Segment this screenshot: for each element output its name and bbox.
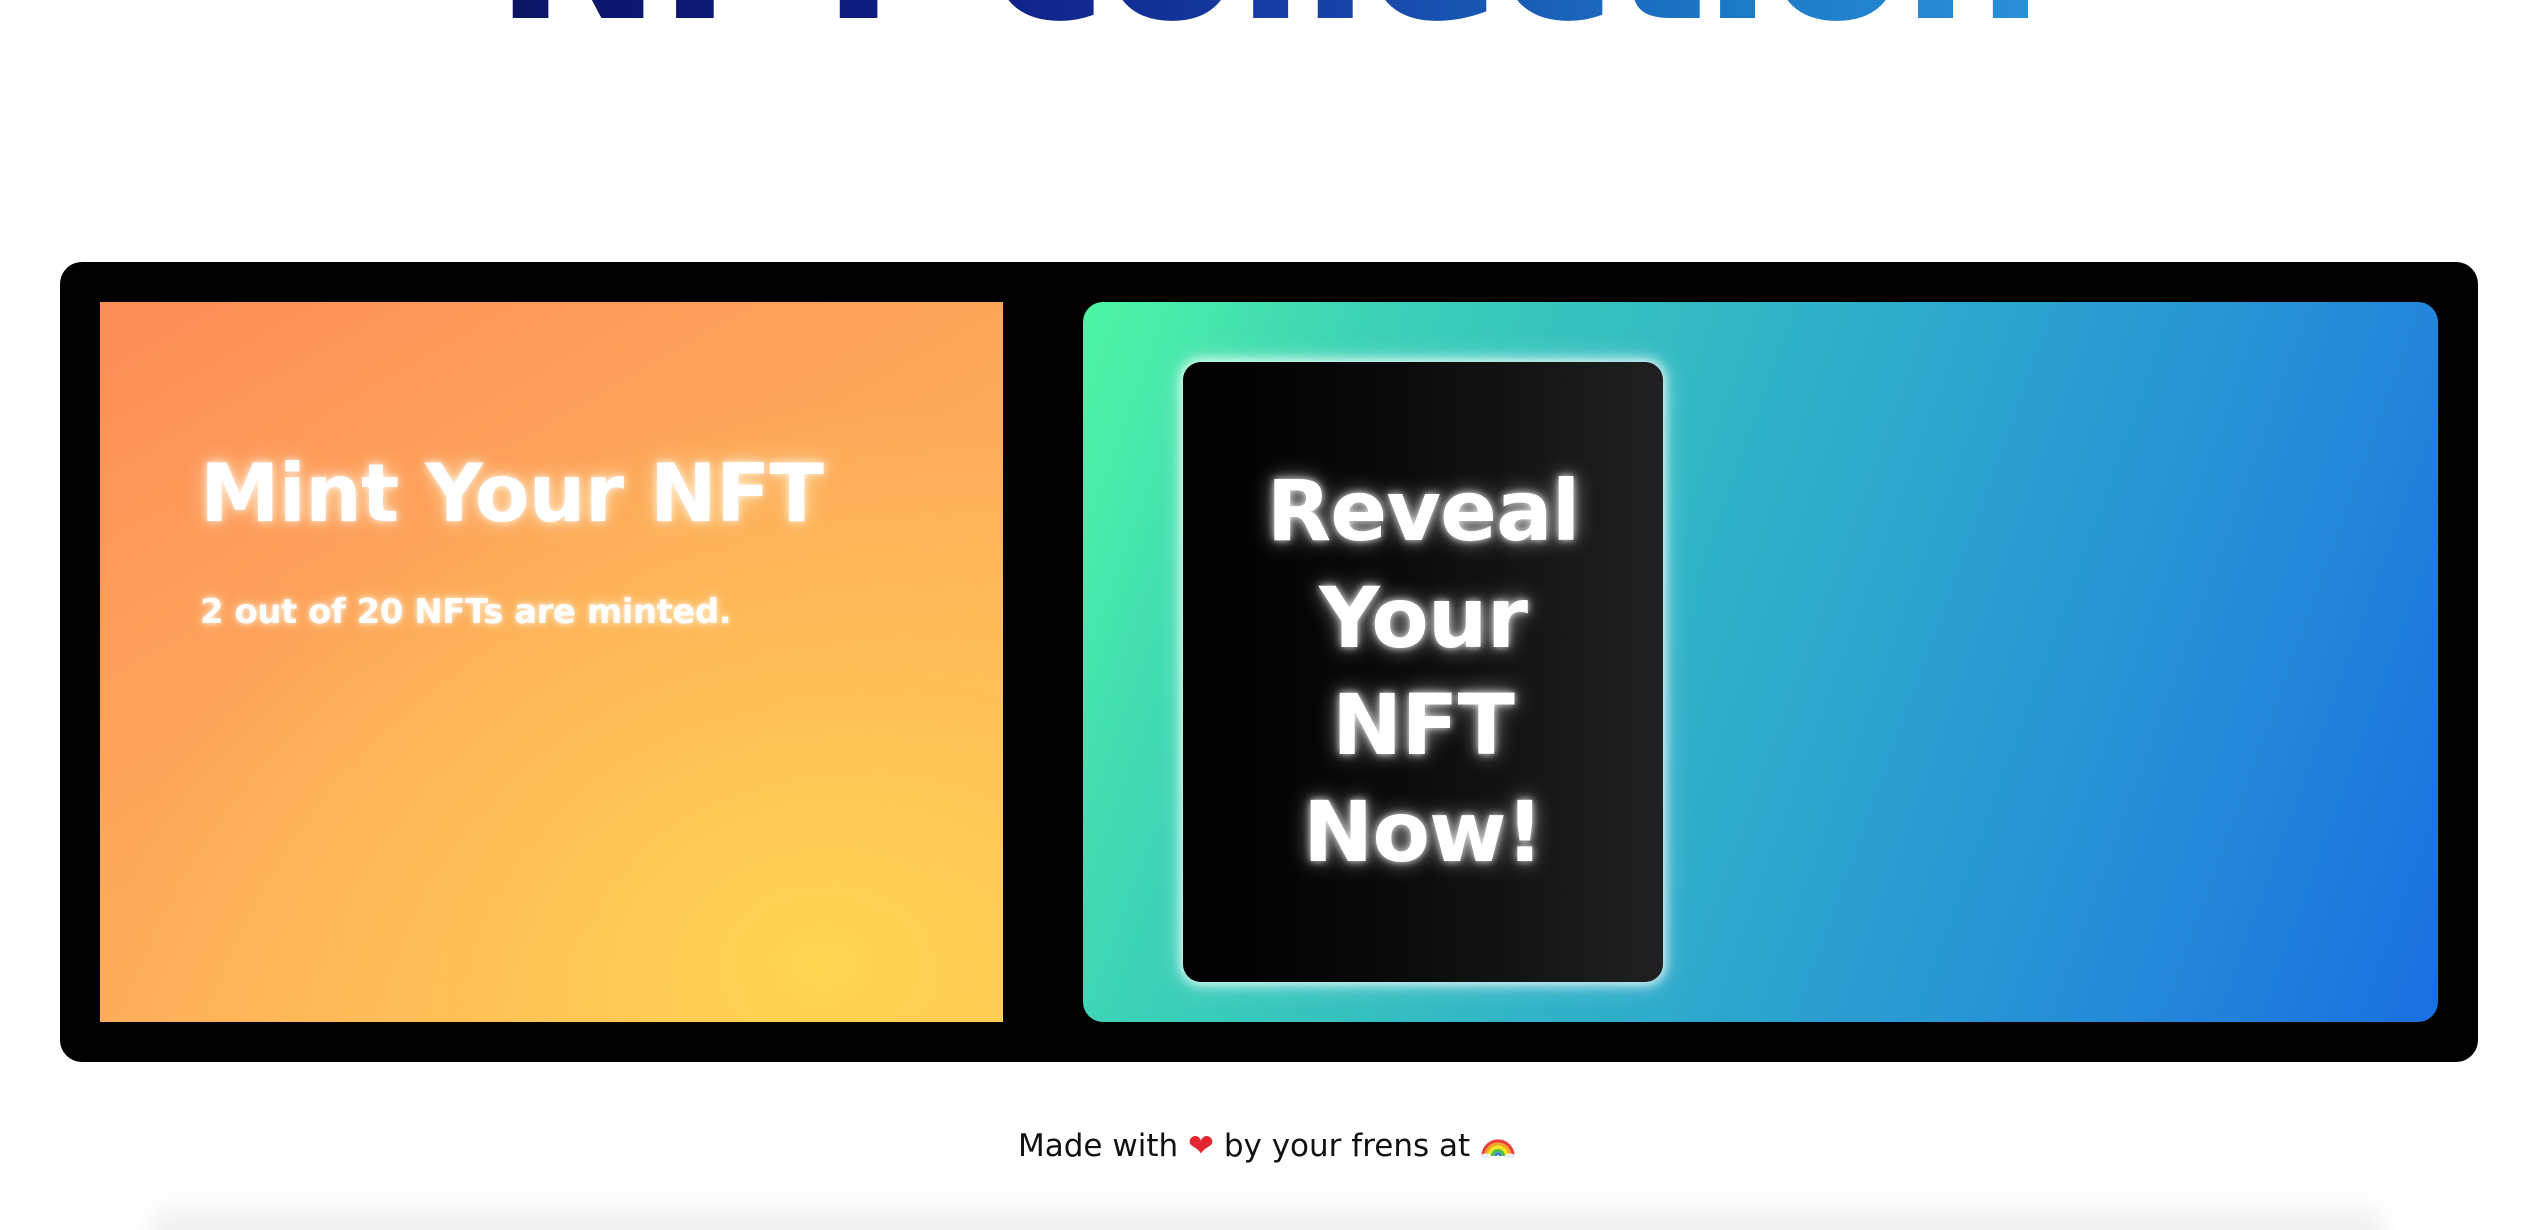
rainbow-icon: [1480, 1130, 1516, 1159]
bottom-shadow: [150, 1190, 2384, 1230]
reveal-nft-label: Reveal Your NFT Now!: [1266, 462, 1581, 881]
footer-text-start: Made with: [1018, 1128, 1188, 1164]
page-title: NFT collection: [0, 0, 2534, 50]
mint-reveal-frame: Mint Your NFT 2 out of 20 NFTs are minte…: [60, 262, 2478, 1062]
page: NFT collection Mint Your NFT 2 out of 20…: [0, 0, 2534, 1230]
footer-text-middle: by your frens at: [1213, 1128, 1480, 1164]
reveal-nft-button[interactable]: Reveal Your NFT Now!: [1183, 362, 1663, 982]
footer: Made with ❤ by your frens at: [0, 1128, 2534, 1164]
reveal-panel: Reveal Your NFT Now!: [1083, 302, 2438, 1022]
mint-title: Mint Your NFT: [200, 447, 824, 540]
minted-count-text: 2 out of 20 NFTs are minted.: [200, 592, 732, 632]
page-title-text: NFT collection: [494, 0, 2043, 66]
heart-icon: ❤: [1188, 1128, 1214, 1164]
mint-panel: Mint Your NFT 2 out of 20 NFTs are minte…: [100, 302, 1003, 1022]
